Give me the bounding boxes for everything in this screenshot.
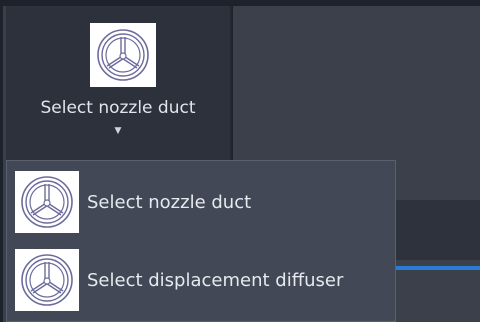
dropdown-menu: Select nozzle duct Select displacement d… [6,160,396,322]
menu-item-label: Select displacement diffuser [87,270,344,291]
nozzle-duct-icon [90,23,156,87]
left-edge [0,0,3,322]
dropdown-caret-icon[interactable]: ▼ [110,126,126,136]
nozzle-duct-icon [15,171,79,233]
menu-item-label: Select nozzle duct [87,192,252,213]
ribbon-button-label: Select nozzle duct [40,98,196,118]
workspace-lower-area [396,200,480,260]
menu-item-select-displacement-diffuser[interactable]: Select displacement diffuser [7,243,395,319]
displacement-diffuser-icon [15,249,79,311]
menu-item-select-nozzle-duct[interactable]: Select nozzle duct [7,165,395,241]
selection-highlight-line [396,266,480,270]
select-nozzle-duct-split-button[interactable]: Select nozzle duct ▼ [6,6,232,164]
